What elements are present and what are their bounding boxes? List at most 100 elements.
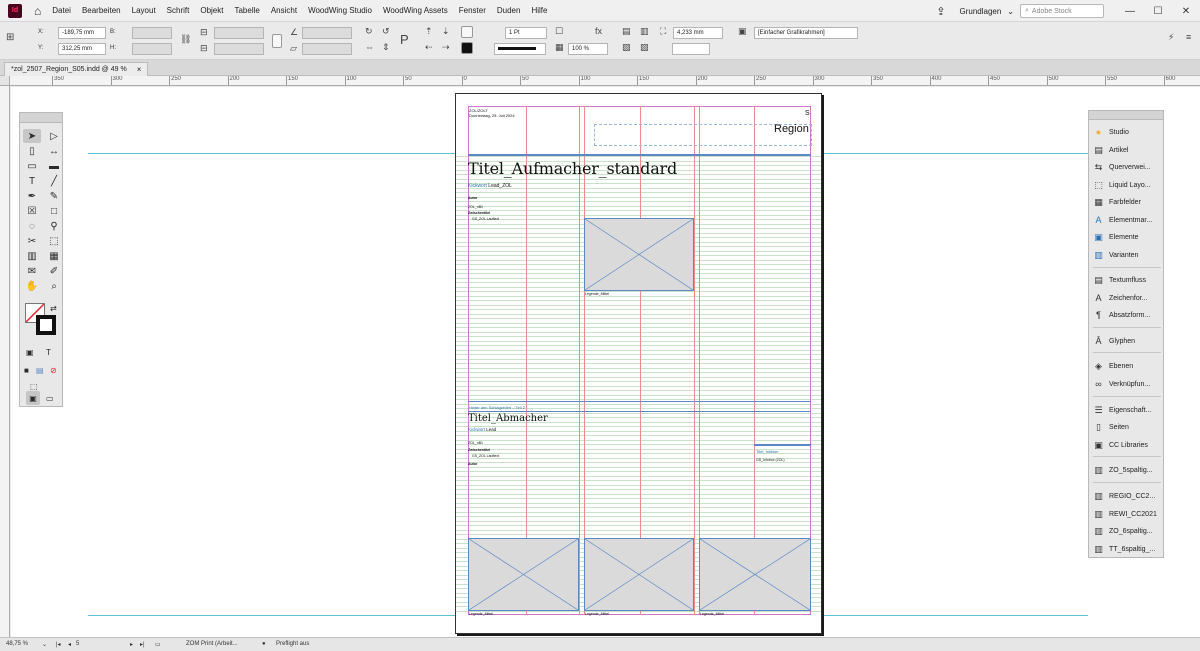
panel-zeichenformate[interactable]: A Zeichenfor... — [1093, 290, 1163, 306]
text-wrap-box-icon[interactable]: ▨ — [640, 42, 649, 53]
panel-elemente[interactable]: ▣ Elemente — [1093, 229, 1163, 245]
line-tool-icon[interactable]: ╱ — [45, 174, 63, 188]
select-prev-icon[interactable]: ⇠ — [425, 42, 433, 53]
formatting-container-icon[interactable]: ▣ — [26, 345, 34, 359]
panel-studio[interactable]: ● Studio — [1093, 124, 1163, 140]
panel-library-zo6[interactable]: ▥ ZO_6spaltig... — [1093, 523, 1163, 539]
panel-cc-libraries[interactable]: ▣ CC Libraries — [1093, 437, 1163, 453]
dimension-field[interactable]: 4,233 mm — [673, 27, 723, 39]
rotate-ccw-icon[interactable]: ↺ — [382, 26, 390, 37]
panel-absatzformate[interactable]: ¶ Absatzform... — [1093, 307, 1163, 323]
scale-y-field[interactable] — [214, 43, 264, 55]
gradient-swatch-tool-icon[interactable]: ▥ — [23, 249, 41, 263]
constrain-proportions-icon[interactable]: ⛓ — [180, 34, 191, 45]
stroke-type-field[interactable] — [494, 43, 546, 55]
share-icon[interactable]: ⇪ — [936, 5, 945, 18]
vertical-ruler[interactable] — [0, 86, 10, 637]
shear-field[interactable] — [302, 43, 352, 55]
shear-icon[interactable]: ▱ — [290, 43, 297, 54]
first-page-icon[interactable]: |◂ — [56, 641, 61, 648]
panel-varianten[interactable]: ▥ Varianten — [1093, 247, 1163, 263]
opacity-icon[interactable]: ▦ — [555, 42, 564, 53]
panel-glyphen[interactable]: Ā Glyphen — [1093, 333, 1163, 349]
rectangle-frame-tool-icon[interactable]: ☒ — [23, 204, 41, 218]
workspace-switcher[interactable]: Grundlagen — [959, 7, 1001, 16]
type-tool-icon[interactable]: T — [23, 174, 41, 188]
document-page[interactable]: ZOL/ZOLT Donnerstag, 25. Juli 2024 S Reg… — [455, 93, 822, 634]
image-frame-bottom-2[interactable] — [584, 538, 694, 611]
scale-y-icon[interactable]: ⊟ — [200, 43, 208, 54]
menu-objekt[interactable]: Objekt — [200, 6, 223, 15]
horizontal-ruler[interactable]: 350 300 250 200 150 100 50 0 50 100 150 200 250 300 35… — [10, 76, 1200, 86]
image-frame-main[interactable] — [584, 218, 694, 291]
rotate-field[interactable] — [302, 27, 352, 39]
object-style-select[interactable]: [Einfacher Grafikrahmen] — [754, 27, 858, 39]
gap-tool-icon[interactable]: ↔ — [45, 144, 63, 158]
drop-shadow-icon[interactable]: ☐ — [555, 26, 563, 37]
home-icon[interactable]: ⌂ — [34, 4, 41, 18]
menu-bearbeiten[interactable]: Bearbeiten — [82, 6, 121, 15]
stroke-color-icon[interactable] — [36, 315, 56, 335]
panel-eigenschaften[interactable]: ☰ Eigenschaft... — [1093, 402, 1163, 418]
scale-x-field[interactable] — [214, 27, 264, 39]
panel-library-tt6[interactable]: ▥ TT_6spaltig_... — [1093, 541, 1163, 557]
panel-library-zo5[interactable]: ▥ ZO_5spaltig... — [1093, 462, 1163, 478]
lock-scale-button[interactable] — [272, 34, 282, 48]
profile-selector[interactable]: ZOM Print (Arbeit... — [186, 641, 238, 647]
pen-tool-icon[interactable]: ✒ — [23, 189, 41, 203]
pin-tool-icon[interactable]: ⚲ — [45, 219, 63, 233]
panel-verknuepfungen[interactable]: ∞ Verknüpfun... — [1093, 376, 1163, 392]
panel-querverweise[interactable]: ⇆ Querverwei... — [1093, 159, 1163, 175]
close-tab-icon[interactable]: × — [137, 64, 142, 76]
menu-tabelle[interactable]: Tabelle — [234, 6, 259, 15]
tools-panel-header[interactable] — [20, 113, 62, 123]
menu-duden[interactable]: Duden — [497, 6, 521, 15]
panel-library-regio[interactable]: ▥ REGIO_CC2... — [1093, 488, 1163, 504]
preflight-status[interactable]: Preflight aus — [276, 641, 309, 647]
selection-tool-icon[interactable]: ➤ — [23, 129, 41, 143]
close-icon[interactable]: ✕ — [1172, 6, 1200, 17]
document-tab[interactable]: *zol_2507_Region_S05.indd @ 49 % × — [4, 62, 149, 76]
flip-h-icon[interactable]: ⇔ — [365, 42, 374, 52]
fitting-icon[interactable]: ⛶ — [660, 26, 666, 37]
stroke-weight-field[interactable]: 1 Pt — [505, 27, 547, 39]
color-field[interactable] — [672, 43, 710, 55]
menu-woodwing-studio[interactable]: WoodWing Studio — [308, 6, 372, 15]
rectangle-tool-icon[interactable]: □ — [45, 204, 63, 218]
panel-menu-icon[interactable]: ≡ — [1186, 32, 1191, 42]
stroke-swatch[interactable] — [461, 42, 473, 54]
panel-artikel[interactable]: ▤ Artikel — [1093, 142, 1163, 158]
pencil-tool-icon[interactable]: ✎ — [45, 189, 63, 203]
panel-seiten[interactable]: ▯ Seiten — [1093, 419, 1163, 435]
gradient-tool-icon[interactable]: ▦ — [45, 249, 63, 263]
last-page-icon[interactable]: ▸| — [140, 641, 145, 648]
zoom-tool-icon[interactable]: ⌕ — [45, 279, 63, 293]
scale-x-icon[interactable]: ⊟ — [200, 27, 208, 38]
rotate-cw-icon[interactable]: ↻ — [365, 26, 373, 37]
content-collector-icon[interactable]: ▭ — [23, 159, 41, 173]
panels-dock-header[interactable] — [1089, 111, 1163, 120]
normal-view-icon[interactable]: ▣ — [26, 391, 40, 405]
quick-apply-icon[interactable]: ⚡ — [1168, 32, 1174, 43]
fx-icon[interactable]: fx — [595, 26, 602, 36]
chevron-down-icon[interactable]: ⌄ — [1007, 7, 1014, 16]
page-tool-icon[interactable]: ▯ — [23, 144, 41, 158]
minimize-icon[interactable]: — — [1116, 6, 1144, 17]
select-content-icon[interactable]: ⇣ — [442, 26, 450, 37]
zoom-level[interactable]: 48,75 % — [6, 641, 28, 647]
rotate-icon[interactable]: ∠ — [290, 27, 298, 38]
menu-fenster[interactable]: Fenster — [459, 6, 486, 15]
select-container-icon[interactable]: ⇡ — [425, 26, 433, 37]
panel-textumfluss[interactable]: ▤ Textumfluss — [1093, 272, 1163, 288]
hand-tool-icon[interactable]: ✋ — [23, 279, 41, 293]
panel-elementmarken[interactable]: A Elementmar... — [1093, 212, 1163, 228]
preview-mode-icon[interactable]: ▭ — [46, 391, 54, 405]
menu-hilfe[interactable]: Hilfe — [531, 6, 547, 15]
menu-woodwing-assets[interactable]: WoodWing Assets — [383, 6, 448, 15]
image-frame-bottom-3[interactable] — [699, 538, 811, 611]
chevron-down-icon[interactable]: ⌄ — [42, 641, 47, 648]
menu-layout[interactable]: Layout — [132, 6, 156, 15]
free-transform-tool-icon[interactable]: ⬚ — [45, 234, 63, 248]
formatting-text-icon[interactable]: T — [46, 345, 51, 359]
menu-ansicht[interactable]: Ansicht — [271, 6, 297, 15]
